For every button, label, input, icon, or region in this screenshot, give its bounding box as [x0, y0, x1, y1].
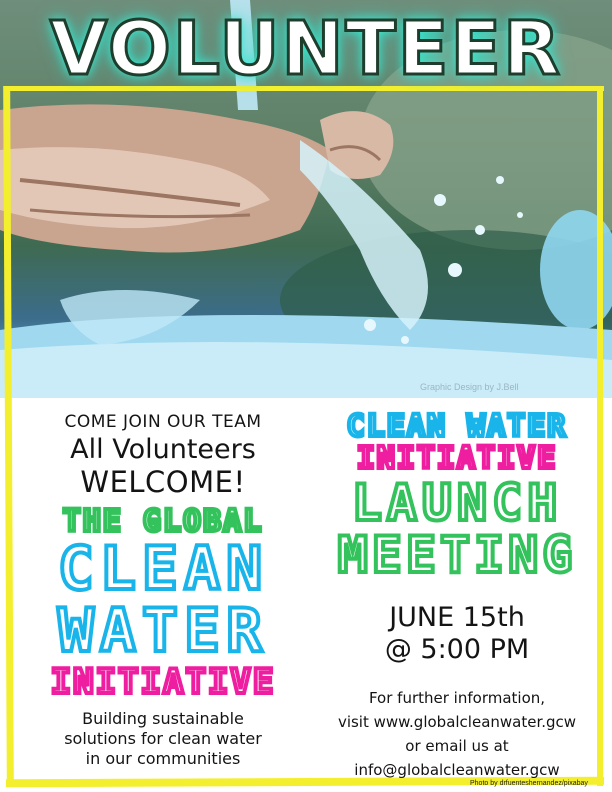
yellow-frame-right	[597, 86, 603, 786]
info-email-line: info@globalcleanwater.gcw	[354, 761, 560, 779]
tagline-line3: in our communities	[85, 749, 241, 768]
volunteer-title: VOLUNTEER	[49, 5, 562, 94]
org-name-line2: CLEAN	[56, 534, 269, 604]
org-name-line3: WATER	[56, 596, 269, 666]
event-name-line1: CLEAN WATER	[345, 409, 568, 444]
left-column: COME JOIN OUR TEAM All Volunteers WELCOM…	[22, 408, 304, 769]
tagline-line1: Building sustainable	[82, 709, 244, 728]
come-join-text: COME JOIN OUR TEAM	[64, 412, 262, 432]
all-volunteers-text: All Volunteers	[70, 434, 256, 465]
tagline-line2: solutions for clean water	[64, 729, 262, 748]
event-name-line2: INITIATIVE	[355, 441, 558, 476]
event-name-line3: LAUNCH	[350, 474, 563, 532]
info-line3: or email us at	[405, 737, 509, 755]
welcome-text: WELCOME!	[80, 465, 246, 499]
info-website-line: visit www.globalcleanwater.gcw	[337, 713, 577, 731]
contact-info: For further information, visit www.globa…	[318, 686, 596, 782]
photo-credit: Photo by drfuenteshernandez/pixabay	[470, 780, 588, 787]
event-time: @ 5:00 PM	[384, 634, 530, 665]
volunteer-poster: Graphic Design by J.Bell VOLUNTEER COME …	[0, 0, 612, 792]
info-line1: For further information,	[368, 689, 546, 707]
event-name-line4: MEETING	[336, 526, 577, 584]
org-name-line4: INITIATIVE	[49, 662, 276, 702]
tagline: Building sustainable solutions for clean…	[22, 709, 304, 769]
right-column: CLEAN WATER INITIATIVE LAUNCH MEETING JU…	[318, 409, 596, 782]
org-name-line1: THE GLOBAL	[61, 504, 264, 539]
event-date: JUNE 15th	[389, 602, 525, 633]
graphic-design-credit: Graphic Design by J.Bell	[420, 382, 519, 392]
